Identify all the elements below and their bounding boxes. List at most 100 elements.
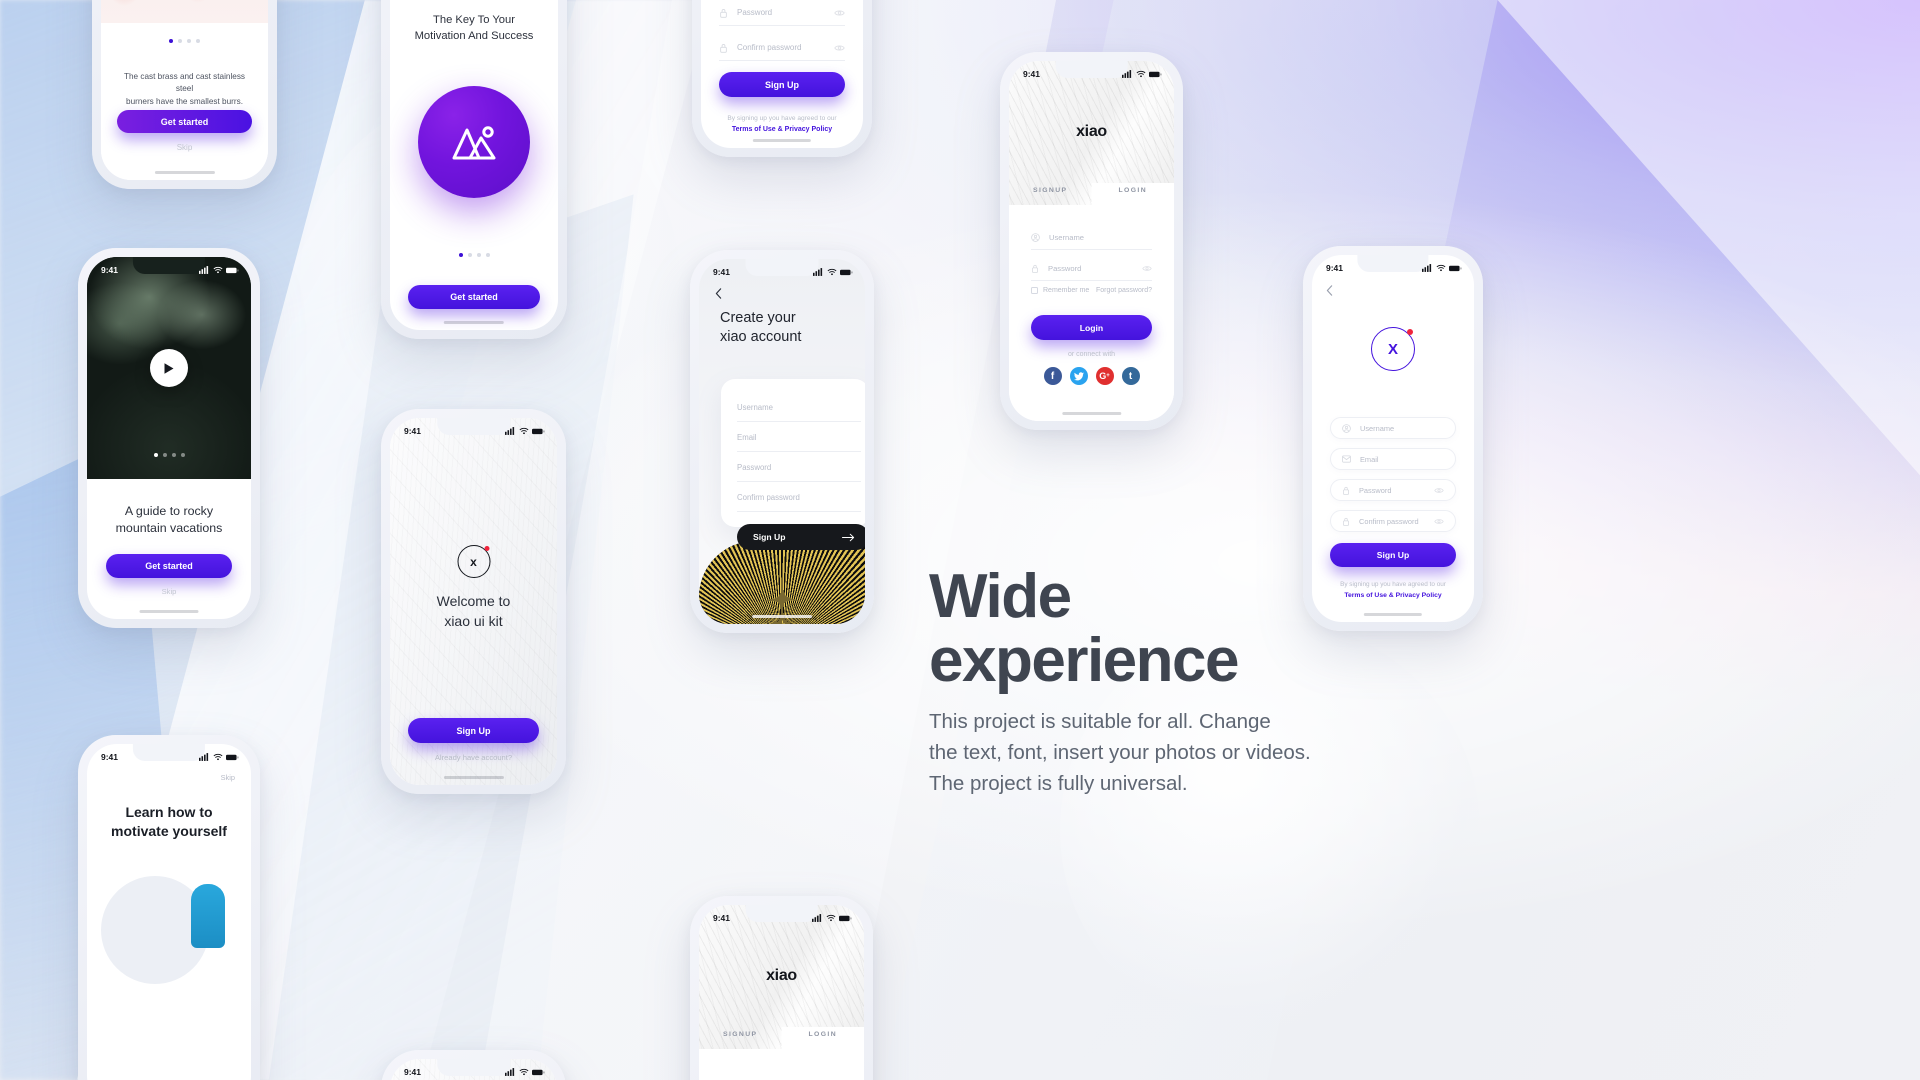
facebook-icon[interactable]: f (1043, 367, 1062, 385)
google-plus-icon[interactable]: G + (1095, 367, 1114, 385)
pagination-dots[interactable] (101, 39, 268, 43)
background-sheet-c (480, 0, 1056, 1080)
password-field[interactable]: Password (719, 0, 845, 26)
background-sheet-d (883, 0, 1498, 1080)
get-started-button[interactable]: Get started (117, 110, 252, 133)
password-field[interactable]: Password (737, 453, 861, 482)
skip-label: Skip (176, 143, 193, 152)
checkbox-box[interactable] (1031, 287, 1038, 294)
lock-icon (1343, 486, 1349, 495)
tab-signup[interactable]: SIGNUP (699, 1031, 782, 1038)
dot-3[interactable] (171, 453, 176, 457)
dot-2[interactable] (178, 39, 182, 43)
sign-up-button[interactable]: Sign Up (408, 718, 539, 743)
home-indicator (1363, 613, 1423, 616)
sign-up-button[interactable]: Sign Up (719, 72, 845, 97)
status-icons (1422, 264, 1462, 272)
eye-icon[interactable] (834, 9, 845, 17)
status-time: 9:41 (404, 1067, 422, 1077)
dot-4[interactable] (180, 453, 185, 457)
password-field[interactable]: Password (1031, 256, 1152, 281)
create-title-line-2: xiao account (720, 329, 802, 346)
dot-1[interactable] (458, 253, 463, 257)
get-started-button[interactable]: Get started (408, 285, 540, 309)
login-label: Login (1079, 322, 1104, 333)
already-have-account-label: Already have account? (434, 753, 513, 762)
logo-letter-text: x (470, 554, 477, 569)
confirm-password-field[interactable]: Confirm password (1330, 510, 1456, 532)
sign-up-button[interactable]: Sign Up (737, 524, 865, 550)
tab-login[interactable]: LOGIN (1092, 187, 1175, 194)
back-button[interactable] (1326, 283, 1333, 301)
back-button[interactable] (715, 286, 722, 304)
dot-1[interactable] (153, 453, 158, 457)
battery-icon (1149, 71, 1162, 77)
skip-button[interactable]: Skip (101, 143, 268, 152)
arrow-right-icon (842, 533, 855, 541)
background-chromatic-gradient (0, 0, 1920, 1080)
dot-1[interactable] (169, 39, 173, 43)
email-placeholder: Email (1360, 454, 1379, 464)
confirm-password-placeholder: Confirm password (737, 492, 800, 502)
wifi-icon (213, 266, 223, 274)
connect-with-label: or connect with (1009, 351, 1174, 358)
password-field[interactable]: Password (1330, 479, 1456, 501)
phone-signup-top: Password Confirm password Sign Up By sig… (692, 0, 872, 157)
get-started-button[interactable]: Get started (106, 554, 232, 578)
auth-card (1009, 183, 1174, 421)
username-field[interactable]: Username (1031, 225, 1152, 250)
ui-kit-presentation: The cast brass and cast stainless steel … (0, 0, 1920, 1080)
screen-login: 9:41 xiao SIGNUP LOGIN Username Password… (1009, 61, 1174, 421)
sign-up-button[interactable]: Sign Up (1330, 543, 1456, 567)
terms-link[interactable]: Terms of Use & Privacy Policy (1320, 592, 1466, 599)
background-sheet-a (76, 0, 711, 1080)
eye-icon[interactable] (1142, 265, 1152, 272)
screen-onboarding-burner: The cast brass and cast stainless steel … (101, 0, 268, 180)
dot-4[interactable] (196, 39, 200, 43)
sign-up-label: Sign Up (753, 532, 786, 542)
confirm-password-field[interactable]: Confirm password (737, 483, 861, 512)
screen-signup-right: 9:41 X Username Email Password Confirm p… (1312, 255, 1474, 622)
dot-3[interactable] (187, 39, 191, 43)
tumblr-icon[interactable]: t (1121, 367, 1140, 385)
tab-login[interactable]: LOGIN (782, 1031, 865, 1038)
pagination-dots[interactable] (390, 253, 558, 257)
eye-icon[interactable] (1434, 487, 1444, 494)
status-icons (505, 427, 545, 435)
already-have-account-link[interactable]: Already have account? (390, 753, 557, 762)
status-icons (813, 268, 853, 276)
email-field[interactable]: Email (1330, 448, 1456, 470)
status-icons (812, 914, 852, 922)
dot-4[interactable] (485, 253, 490, 257)
confirm-password-field[interactable]: Confirm password (719, 35, 845, 61)
login-button[interactable]: Login (1031, 315, 1152, 340)
eye-icon[interactable] (1434, 518, 1444, 525)
lock-icon (1032, 264, 1038, 273)
username-field[interactable]: Username (1330, 417, 1456, 439)
cellular-icon (813, 268, 823, 276)
sign-up-label: Sign Up (765, 79, 799, 90)
get-started-label: Get started (145, 561, 193, 571)
get-started-label: Get started (450, 292, 498, 302)
skip-button[interactable]: Skip (87, 587, 251, 596)
terms-link[interactable]: Terms of Use & Privacy Policy (711, 126, 853, 133)
rocky-title-line-2: mountain vacations (115, 521, 223, 536)
username-field[interactable]: Username (737, 393, 861, 422)
pagination-dots[interactable] (87, 453, 251, 457)
cellular-icon (199, 753, 209, 761)
logo-badge: x (457, 545, 490, 578)
play-icon[interactable] (150, 349, 188, 387)
play-triangle-icon (164, 362, 174, 374)
email-field[interactable]: Email (737, 423, 861, 452)
dot-2[interactable] (162, 453, 167, 457)
forgot-password-link[interactable]: Forgot password? (1096, 287, 1152, 294)
get-started-label: Get started (160, 116, 209, 127)
twitter-icon[interactable] (1069, 367, 1088, 385)
skip-button[interactable]: Skip (221, 773, 235, 782)
tab-signup[interactable]: SIGNUP (1009, 187, 1092, 194)
dot-2[interactable] (467, 253, 472, 257)
remember-me-checkbox[interactable]: Remember me (1031, 287, 1089, 294)
dot-3[interactable] (476, 253, 481, 257)
phone-login: 9:41 xiao SIGNUP LOGIN Username Password… (1000, 52, 1183, 430)
eye-icon[interactable] (834, 44, 845, 52)
